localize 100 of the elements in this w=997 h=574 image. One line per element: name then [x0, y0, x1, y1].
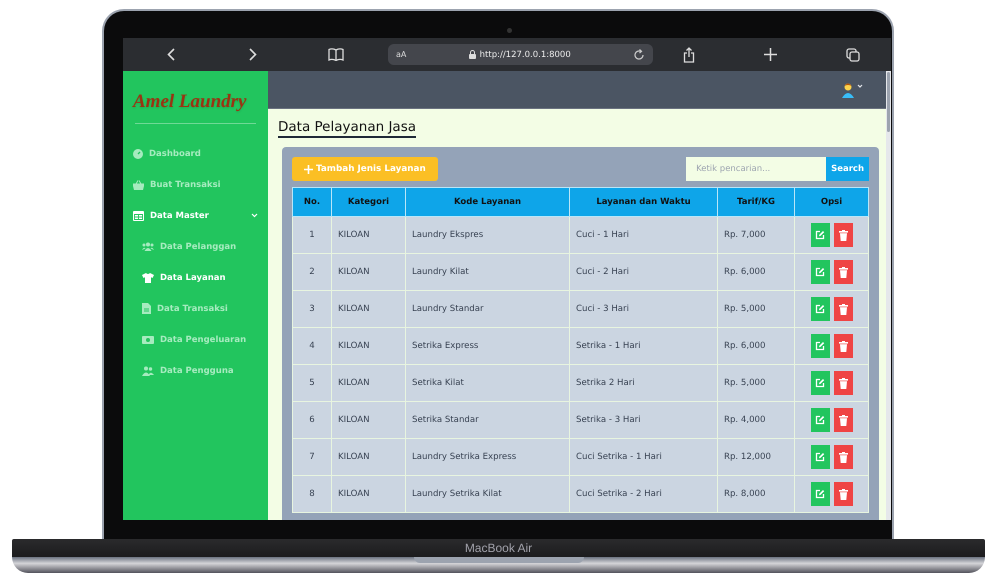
table-cell: Setrika Express	[406, 328, 570, 364]
table-cell: Cuci - 1 Hari	[570, 216, 718, 254]
delete-button[interactable]	[834, 297, 852, 321]
edit-icon	[815, 341, 825, 351]
table-cell: KILOAN	[332, 476, 406, 512]
banknote-icon	[142, 336, 154, 344]
lock-icon	[468, 50, 476, 59]
sidebar-item[interactable]: Data Pengeluaran	[142, 334, 246, 344]
search-field[interactable]: Ketik pencarian...	[686, 157, 826, 181]
edit-button[interactable]	[810, 408, 830, 432]
sidebar-item[interactable]: Data Pengguna	[142, 366, 234, 376]
new-tab-icon[interactable]	[764, 48, 777, 61]
table-cell: Rp. 6,000	[718, 254, 794, 290]
table-cell: KILOAN	[332, 438, 406, 476]
table-cell: 3	[292, 290, 332, 328]
edit-button[interactable]	[810, 223, 830, 247]
table-cell: Laundry Kilat	[406, 254, 570, 290]
sidebar-item[interactable]: Dashboard	[133, 148, 201, 158]
edit-button[interactable]	[810, 260, 830, 284]
table-cell: Setrika 2 Hari	[570, 364, 718, 402]
edit-button[interactable]	[810, 482, 830, 506]
table-cell: 7	[292, 438, 332, 476]
delete-button[interactable]	[834, 223, 852, 247]
edit-icon	[815, 304, 825, 314]
trash-icon	[838, 452, 848, 462]
table-cell: Laundry Setrika Express	[406, 438, 570, 476]
table-cell: Rp. 5,000	[718, 364, 794, 402]
edit-icon	[815, 230, 825, 240]
camera-icon	[507, 28, 512, 33]
table-cell: KILOAN	[332, 328, 406, 364]
text-size-label[interactable]: aA	[396, 50, 406, 59]
table-cell: KILOAN	[332, 216, 406, 254]
table-cell: Setrika Kilat	[406, 364, 570, 402]
table-cell: KILOAN	[332, 402, 406, 438]
edit-icon	[815, 489, 825, 499]
edit-button[interactable]	[810, 371, 830, 395]
table-cell: Setrika - 1 Hari	[570, 328, 718, 364]
sidebar-item[interactable]: Data Master	[133, 210, 209, 220]
delete-button[interactable]	[834, 445, 852, 469]
column-header: Kode Layanan	[406, 188, 570, 216]
forward-icon[interactable]	[249, 48, 257, 61]
trash-icon	[838, 378, 848, 388]
edit-icon	[815, 415, 825, 425]
book-icon[interactable]	[328, 48, 344, 61]
trash-icon	[838, 414, 848, 426]
sidebar-item[interactable]: Data Transaksi	[142, 303, 228, 314]
edit-icon	[815, 267, 825, 277]
table-cell: 1	[292, 216, 332, 254]
column-header: Tarif/KG	[718, 188, 794, 216]
table-cell: KILOAN	[332, 364, 406, 402]
page-title: Data Pelayanan Jasa	[278, 119, 416, 138]
table-cell: 8	[292, 476, 332, 512]
add-service-button[interactable]: Tambah Jenis Layanan	[292, 157, 438, 181]
table-cell: Cuci Setrika - 1 Hari	[570, 438, 718, 476]
delete-button[interactable]	[834, 408, 852, 432]
back-icon[interactable]	[167, 48, 175, 61]
delete-button[interactable]	[834, 482, 852, 506]
column-header: Opsi	[794, 188, 868, 216]
table-cell: Setrika - 3 Hari	[570, 402, 718, 438]
edit-button[interactable]	[810, 297, 830, 321]
table-icon	[133, 210, 144, 220]
table-cell: Laundry Ekspres	[406, 216, 570, 254]
table-cell: 4	[292, 328, 332, 364]
trash-icon	[838, 304, 848, 314]
basket-icon	[133, 180, 144, 190]
delete-button[interactable]	[834, 371, 852, 395]
column-header: No.	[292, 188, 332, 216]
table-cell: Rp. 5,000	[718, 290, 794, 328]
delete-button[interactable]	[834, 260, 852, 284]
table-cell: KILOAN	[332, 254, 406, 290]
sidebar-item[interactable]: Data Pelanggan	[142, 242, 236, 252]
sidebar-item[interactable]: Buat Transaksi	[133, 180, 221, 190]
delete-button[interactable]	[834, 334, 852, 358]
shirt-icon	[142, 272, 154, 282]
search-button[interactable]: Search	[826, 157, 869, 181]
edit-button[interactable]	[810, 334, 830, 358]
column-header: Kategori	[332, 188, 406, 216]
edit-icon	[815, 378, 825, 388]
table-cell: Rp. 7,000	[718, 216, 794, 254]
table-cell: 5	[292, 364, 332, 402]
reload-icon[interactable]	[633, 48, 645, 60]
trash-icon	[838, 266, 848, 278]
table-cell: Laundry Standar	[406, 290, 570, 328]
user-avatar-icon[interactable]	[841, 82, 863, 98]
table-cell: 6	[292, 402, 332, 438]
file-icon	[142, 303, 151, 314]
gauge-icon	[133, 148, 143, 158]
scrollbar[interactable]	[886, 71, 891, 520]
trash-icon	[838, 340, 848, 352]
sidebar-item[interactable]: Data Layanan	[142, 272, 226, 282]
share-icon[interactable]	[683, 46, 695, 62]
edit-button[interactable]	[810, 445, 830, 469]
device-label: MacBook Air	[464, 541, 532, 555]
users-icon	[142, 366, 154, 376]
table-cell: Setrika Standar	[406, 402, 570, 438]
column-header: Layanan dan Waktu	[570, 188, 718, 216]
plus-icon	[304, 164, 313, 174]
tabs-icon[interactable]	[846, 48, 860, 62]
brand-logo[interactable]: Amel Laundry	[133, 91, 246, 113]
address-bar[interactable]: aA http://127.0.0.1:8000	[388, 44, 653, 65]
